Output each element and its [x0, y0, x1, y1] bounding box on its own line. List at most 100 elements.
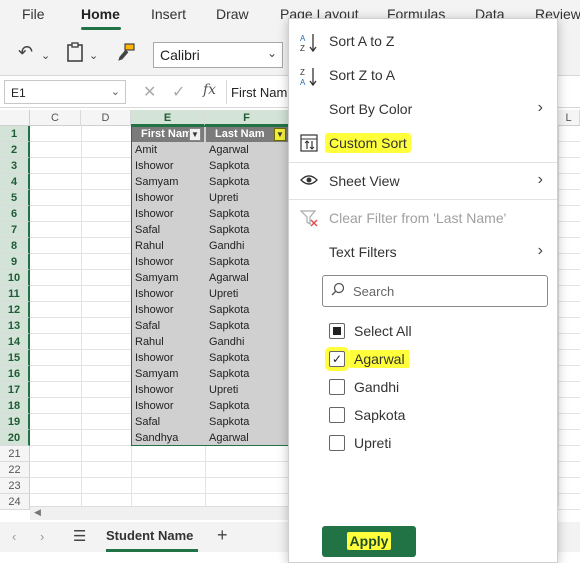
- cell-first-name[interactable]: Ishowor: [132, 350, 204, 366]
- add-sheet-icon[interactable]: +: [217, 525, 228, 546]
- column-header-f[interactable]: F: [205, 110, 289, 126]
- row-header-9[interactable]: 9: [0, 254, 30, 270]
- cell-last-name[interactable]: Sapkota: [206, 254, 288, 270]
- name-box[interactable]: E1 ⌄: [4, 80, 126, 104]
- row-header-20[interactable]: 20: [0, 430, 30, 446]
- tab-draw[interactable]: Draw: [216, 6, 249, 22]
- row-header-2[interactable]: 2: [0, 142, 30, 158]
- row-header-24[interactable]: 24: [0, 494, 30, 510]
- cell-first-name[interactable]: Samyam: [132, 174, 204, 190]
- sheet-prev-icon[interactable]: ‹: [12, 529, 16, 544]
- cell-last-name[interactable]: Upreti: [206, 382, 288, 398]
- row-header-12[interactable]: 12: [0, 302, 30, 318]
- function-icon[interactable]: fx: [203, 82, 216, 98]
- row-header-23[interactable]: 23: [0, 478, 30, 494]
- chevron-down-icon[interactable]: ⌄: [41, 46, 50, 66]
- cell-first-name[interactable]: Ishowor: [132, 302, 204, 318]
- cell-last-name[interactable]: Agarwal: [206, 270, 288, 286]
- cell-last-name[interactable]: Sapkota: [206, 174, 288, 190]
- cell-first-name[interactable]: Ishowor: [132, 158, 204, 174]
- sheet-view-item[interactable]: Sheet View ›: [289, 165, 557, 197]
- cell-last-name[interactable]: Sapkota: [206, 206, 288, 222]
- undo-icon[interactable]: ↶: [18, 42, 33, 62]
- filter-option-checkbox[interactable]: [329, 435, 345, 451]
- tab-file[interactable]: File: [22, 6, 45, 22]
- all-sheets-menu-icon[interactable]: ☰: [73, 527, 86, 545]
- cell-last-name[interactable]: Sapkota: [206, 318, 288, 334]
- select-all-checkbox[interactable]: [329, 323, 345, 339]
- row-header-21[interactable]: 21: [0, 446, 30, 462]
- row-header-1[interactable]: 1: [0, 126, 30, 142]
- row-header-3[interactable]: 3: [0, 158, 30, 174]
- cell-last-name[interactable]: Sapkota: [206, 222, 288, 238]
- cell-last-name[interactable]: Sapkota: [206, 414, 288, 430]
- row-header-8[interactable]: 8: [0, 238, 30, 254]
- cell-first-name[interactable]: Ishowor: [132, 206, 204, 222]
- filter-option-checkbox[interactable]: [329, 379, 345, 395]
- cell-first-name[interactable]: Safal: [132, 414, 204, 430]
- cell-last-name[interactable]: Sapkota: [206, 350, 288, 366]
- cell-last-name[interactable]: Agarwal: [206, 142, 288, 158]
- row-header-6[interactable]: 6: [0, 206, 30, 222]
- filter-option-checkbox[interactable]: ✓: [329, 351, 345, 367]
- cell-last-name[interactable]: Upreti: [206, 286, 288, 302]
- cell-first-name[interactable]: Ishowor: [132, 190, 204, 206]
- tab-insert[interactable]: Insert: [151, 6, 186, 22]
- filter-dropdown-last-name[interactable]: ▼: [274, 128, 286, 141]
- row-header-22[interactable]: 22: [0, 462, 30, 478]
- cell-last-name[interactable]: Upreti: [206, 190, 288, 206]
- row-header-11[interactable]: 11: [0, 286, 30, 302]
- row-header-14[interactable]: 14: [0, 334, 30, 350]
- row-header-5[interactable]: 5: [0, 190, 30, 206]
- select-all-corner[interactable]: [0, 110, 30, 126]
- row-header-7[interactable]: 7: [0, 222, 30, 238]
- cell-first-name[interactable]: Ishowor: [132, 254, 204, 270]
- sort-by-color-item[interactable]: Sort By Color ›: [289, 93, 557, 125]
- sort-a-to-z-item[interactable]: AZ Sort A to Z: [289, 25, 557, 57]
- row-header-10[interactable]: 10: [0, 270, 30, 286]
- sheet-next-icon[interactable]: ›: [40, 529, 44, 544]
- row-header-16[interactable]: 16: [0, 366, 30, 382]
- column-header-e[interactable]: E: [131, 110, 205, 126]
- chevron-down-icon[interactable]: ⌄: [89, 46, 98, 66]
- scroll-left-icon[interactable]: ◀: [34, 507, 41, 518]
- cell-first-name[interactable]: Safal: [132, 318, 204, 334]
- cell-first-name[interactable]: Safal: [132, 222, 204, 238]
- format-painter-icon[interactable]: [116, 42, 136, 66]
- cell-first-name[interactable]: Samyam: [132, 270, 204, 286]
- row-header-13[interactable]: 13: [0, 318, 30, 334]
- cell-last-name[interactable]: Sapkota: [206, 366, 288, 382]
- row-header-19[interactable]: 19: [0, 414, 30, 430]
- row-header-4[interactable]: 4: [0, 174, 30, 190]
- filter-search-input[interactable]: Search: [322, 275, 548, 307]
- cell-last-name[interactable]: Sapkota: [206, 398, 288, 414]
- column-header-c[interactable]: C: [30, 110, 81, 126]
- cell-first-name[interactable]: Ishowor: [132, 286, 204, 302]
- sort-z-to-a-item[interactable]: ZA Sort Z to A: [289, 59, 557, 91]
- sheet-tab-student-name[interactable]: Student Name: [106, 528, 193, 543]
- font-name-dropdown[interactable]: Calibri ⌄: [153, 42, 283, 68]
- row-header-15[interactable]: 15: [0, 350, 30, 366]
- text-filters-item[interactable]: Text Filters ›: [289, 236, 557, 268]
- tab-home[interactable]: Home: [81, 6, 120, 22]
- cell-first-name[interactable]: Samyam: [132, 366, 204, 382]
- cell-last-name[interactable]: Sapkota: [206, 158, 288, 174]
- row-header-18[interactable]: 18: [0, 398, 30, 414]
- cancel-icon[interactable]: ✕: [143, 82, 156, 102]
- enter-check-icon[interactable]: ✓: [172, 82, 185, 102]
- cell-last-name[interactable]: Agarwal: [206, 430, 288, 446]
- cell-first-name[interactable]: Rahul: [132, 238, 204, 254]
- horizontal-scrollbar[interactable]: ◀: [30, 506, 290, 520]
- cell-first-name[interactable]: Sandhya: [132, 430, 204, 446]
- cell-first-name[interactable]: Amit: [132, 142, 204, 158]
- cell-last-name[interactable]: Gandhi: [206, 238, 288, 254]
- filter-dropdown-first-name[interactable]: ▼: [189, 128, 201, 141]
- apply-button[interactable]: Apply: [322, 526, 416, 557]
- column-header-l[interactable]: L: [558, 110, 580, 126]
- cell-last-name[interactable]: Gandhi: [206, 334, 288, 350]
- cell-first-name[interactable]: Rahul: [132, 334, 204, 350]
- custom-sort-item[interactable]: Custom Sort: [289, 127, 557, 159]
- cell-first-name[interactable]: Ishowor: [132, 398, 204, 414]
- row-header-17[interactable]: 17: [0, 382, 30, 398]
- column-header-d[interactable]: D: [81, 110, 131, 126]
